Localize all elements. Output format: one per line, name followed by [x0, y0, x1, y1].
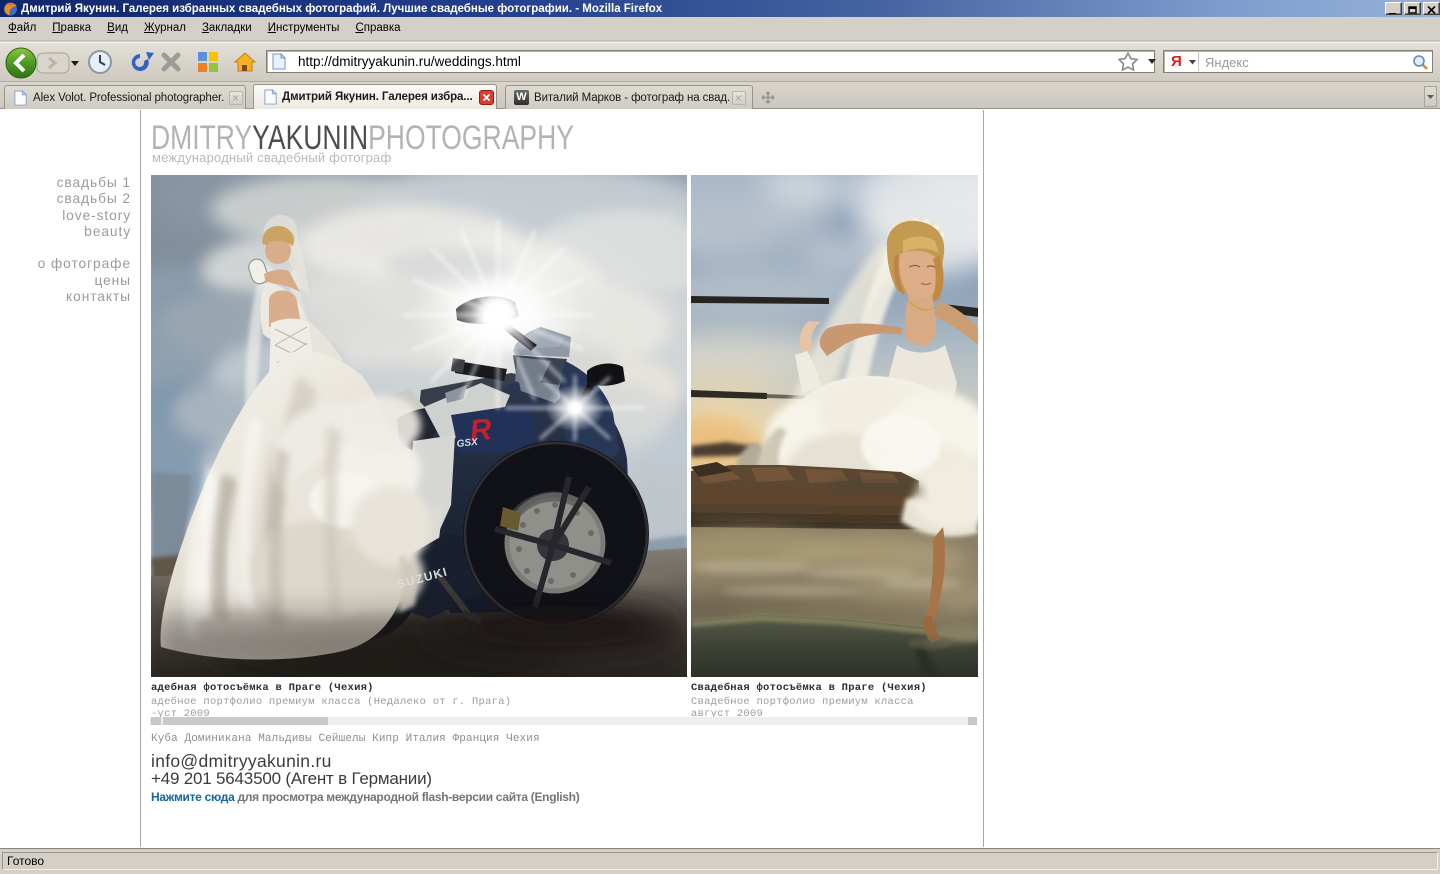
svg-text:GSX: GSX — [456, 437, 479, 450]
